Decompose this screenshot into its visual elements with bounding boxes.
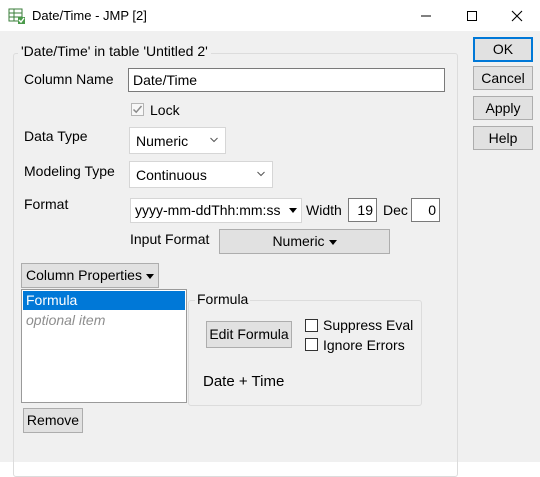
apply-button[interactable]: Apply [473, 96, 533, 120]
list-item-formula[interactable]: Formula [23, 291, 185, 310]
maximize-button[interactable] [449, 0, 495, 31]
edit-formula-button[interactable]: Edit Formula [206, 321, 292, 348]
input-format-label: Input Format [130, 231, 210, 247]
dropdown-caret-icon [289, 208, 297, 213]
column-name-label: Column Name [24, 71, 114, 87]
lock-label: Lock [150, 102, 180, 118]
minimize-icon [421, 15, 431, 16]
dialog-body: 'Date/Time' in table 'Untitled 2' Column… [0, 31, 540, 477]
cancel-button[interactable]: Cancel [473, 66, 533, 90]
column-properties-label: Column Properties [26, 267, 142, 283]
minimize-button[interactable] [403, 0, 449, 31]
column-properties-button[interactable]: Column Properties [21, 263, 159, 288]
dec-input[interactable]: 0 [411, 198, 440, 222]
title-bar: Date/Time - JMP [2] [0, 0, 540, 31]
suppress-eval-label: Suppress Eval [323, 317, 414, 333]
column-properties-list[interactable]: Formula optional item [21, 289, 187, 403]
group-title: 'Date/Time' in table 'Untitled 2' [18, 43, 211, 59]
format-label: Format [24, 196, 69, 212]
close-button[interactable] [494, 0, 540, 31]
close-icon [511, 10, 523, 21]
list-item-optional[interactable]: optional item [23, 311, 185, 330]
ignore-errors-label: Ignore Errors [323, 337, 405, 353]
column-name-input[interactable]: Date/Time [128, 68, 445, 92]
maximize-icon [467, 10, 477, 21]
data-type-value: Numeric [136, 133, 189, 149]
formula-group [188, 300, 422, 406]
help-button[interactable]: Help [473, 126, 533, 150]
width-label: Width [306, 202, 342, 218]
dropdown-caret-icon [145, 273, 154, 279]
format-select[interactable]: yyyy-mm-ddThh:mm:ss [130, 198, 302, 223]
formula-group-title: Formula [195, 291, 251, 307]
window-title: Date/Time - JMP [2] [32, 8, 147, 23]
jmp-app-icon [8, 7, 26, 25]
modeling-type-label: Modeling Type [24, 163, 115, 179]
dropdown-caret-icon [328, 239, 337, 245]
format-value: yyyy-mm-ddThh:mm:ss [135, 202, 281, 218]
dec-label: Dec [383, 202, 408, 218]
suppress-eval-checkbox[interactable] [305, 319, 318, 332]
checkmark-icon [132, 105, 143, 114]
width-input[interactable]: 19 [348, 198, 377, 222]
ignore-errors-checkbox[interactable] [305, 338, 318, 351]
formula-expression: Date + Time [203, 373, 285, 390]
remove-button[interactable]: Remove [23, 408, 83, 433]
lock-checkbox[interactable] [131, 103, 144, 116]
input-format-value: Numeric [272, 233, 325, 249]
modeling-type-value: Continuous [136, 167, 207, 183]
data-type-label: Data Type [24, 128, 88, 144]
data-type-select[interactable]: Numeric [129, 127, 226, 154]
chevron-down-icon [210, 137, 218, 143]
input-format-button[interactable]: Numeric [219, 229, 390, 254]
chevron-down-icon [257, 171, 265, 177]
modeling-type-select[interactable]: Continuous [129, 161, 273, 188]
ok-button[interactable]: OK [473, 37, 533, 62]
